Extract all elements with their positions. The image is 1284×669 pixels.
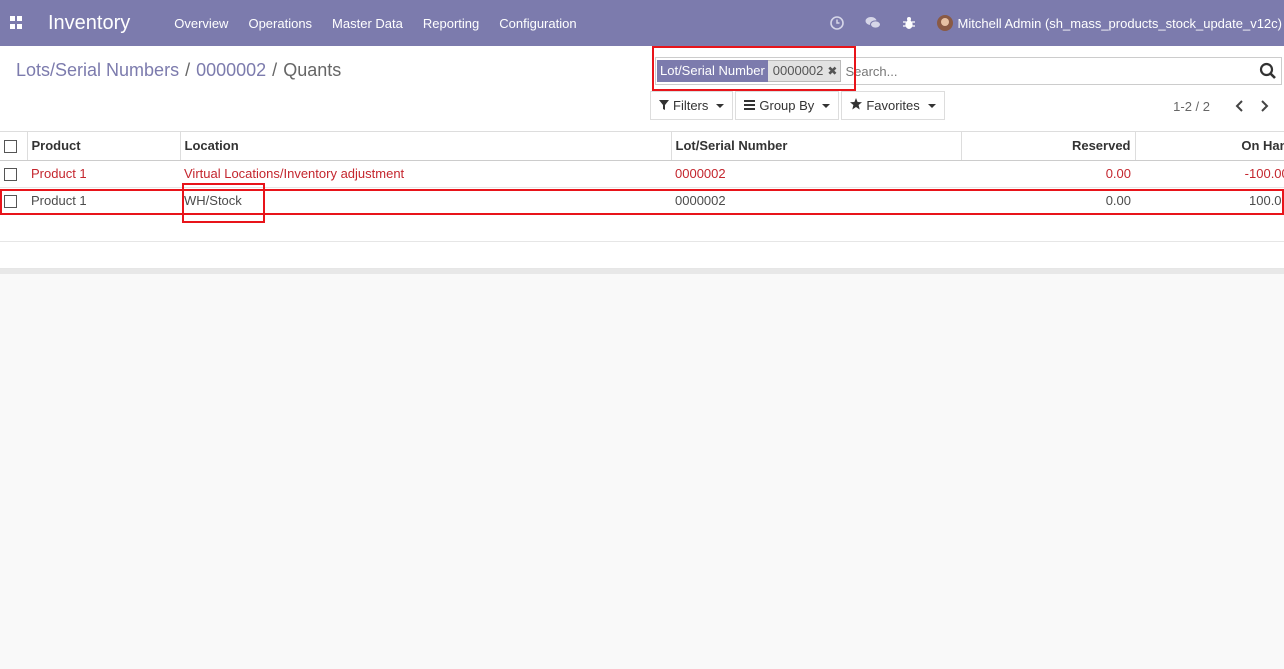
- favorites-button[interactable]: Favorites: [841, 91, 945, 120]
- chat-icon[interactable]: [865, 15, 881, 31]
- select-all-cell: [0, 132, 28, 161]
- column-location[interactable]: Location: [180, 132, 672, 161]
- row-select-cell: [0, 160, 27, 188]
- filters-label: Filters: [673, 98, 709, 113]
- breadcrumb-lots[interactable]: Lots/Serial Numbers: [16, 60, 179, 81]
- cell-lot[interactable]: 0000002: [671, 160, 961, 188]
- caret-down-icon: [822, 103, 831, 108]
- navbar-systray: Mitchell Admin (sh_mass_products_stock_u…: [829, 0, 1284, 46]
- search-icon[interactable]: [1259, 62, 1277, 80]
- star-icon: [850, 98, 863, 113]
- pager-value[interactable]: 1-2 / 2: [1173, 99, 1210, 114]
- user-avatar[interactable]: [936, 15, 953, 31]
- caret-down-icon: [716, 103, 725, 108]
- main-menu: Overview Operations Master Data Reportin…: [174, 16, 596, 31]
- pager: 1-2 / 2: [1173, 98, 1272, 114]
- group-by-label: Group By: [759, 98, 815, 113]
- column-lot[interactable]: Lot/Serial Number: [671, 132, 962, 161]
- search-facet-highlight: [652, 46, 856, 91]
- breadcrumb-separator: /: [272, 60, 278, 80]
- search-options: Filters Group By Favorites: [650, 91, 947, 120]
- breadcrumb-current: Quants: [283, 60, 342, 80]
- table-header: Product Location Lot/Serial Number Reser…: [0, 132, 1284, 161]
- pager-next-icon[interactable]: [1256, 98, 1272, 114]
- breadcrumb-lot-number[interactable]: 0000002: [196, 60, 266, 81]
- app-title[interactable]: Inventory: [48, 12, 130, 35]
- favorites-label: Favorites: [866, 98, 920, 113]
- column-on-hand[interactable]: On Hand: [1135, 132, 1284, 161]
- group-by-button[interactable]: Group By: [735, 91, 840, 120]
- caret-down-icon: [927, 103, 936, 108]
- filter-icon: [659, 99, 669, 113]
- top-navbar: Inventory Overview Operations Master Dat…: [0, 0, 1284, 46]
- control-panel: Lots/Serial Numbers / 0000002 / Quants L…: [0, 46, 1284, 132]
- breadcrumb: Lots/Serial Numbers / 0000002 / Quants: [16, 60, 341, 81]
- cell-reserved[interactable]: 0.00: [961, 160, 1135, 188]
- apps-menu-icon[interactable]: [10, 16, 24, 30]
- menu-master-data[interactable]: Master Data: [332, 16, 403, 31]
- location-highlight: [182, 183, 265, 223]
- row-checkbox[interactable]: [4, 168, 17, 182]
- pager-previous-icon[interactable]: [1232, 98, 1248, 114]
- filters-button[interactable]: Filters: [650, 91, 734, 120]
- breadcrumb-separator: /: [185, 60, 191, 80]
- search-input[interactable]: [845, 63, 1259, 79]
- menu-overview[interactable]: Overview: [174, 16, 228, 31]
- cell-on-hand[interactable]: -100.000: [1135, 160, 1284, 188]
- column-reserved[interactable]: Reserved: [961, 132, 1136, 161]
- menu-reporting[interactable]: Reporting: [423, 16, 479, 31]
- cell-product[interactable]: Product 1: [27, 160, 180, 188]
- bug-icon[interactable]: [901, 15, 917, 31]
- column-product[interactable]: Product: [27, 132, 181, 161]
- select-all-checkbox[interactable]: [4, 140, 17, 154]
- clock-icon[interactable]: [829, 15, 845, 31]
- user-menu[interactable]: Mitchell Admin (sh_mass_products_stock_u…: [958, 16, 1282, 31]
- bars-icon: [744, 99, 756, 113]
- menu-configuration[interactable]: Configuration: [499, 16, 576, 31]
- menu-operations[interactable]: Operations: [248, 16, 312, 31]
- empty-row: [0, 241, 1284, 269]
